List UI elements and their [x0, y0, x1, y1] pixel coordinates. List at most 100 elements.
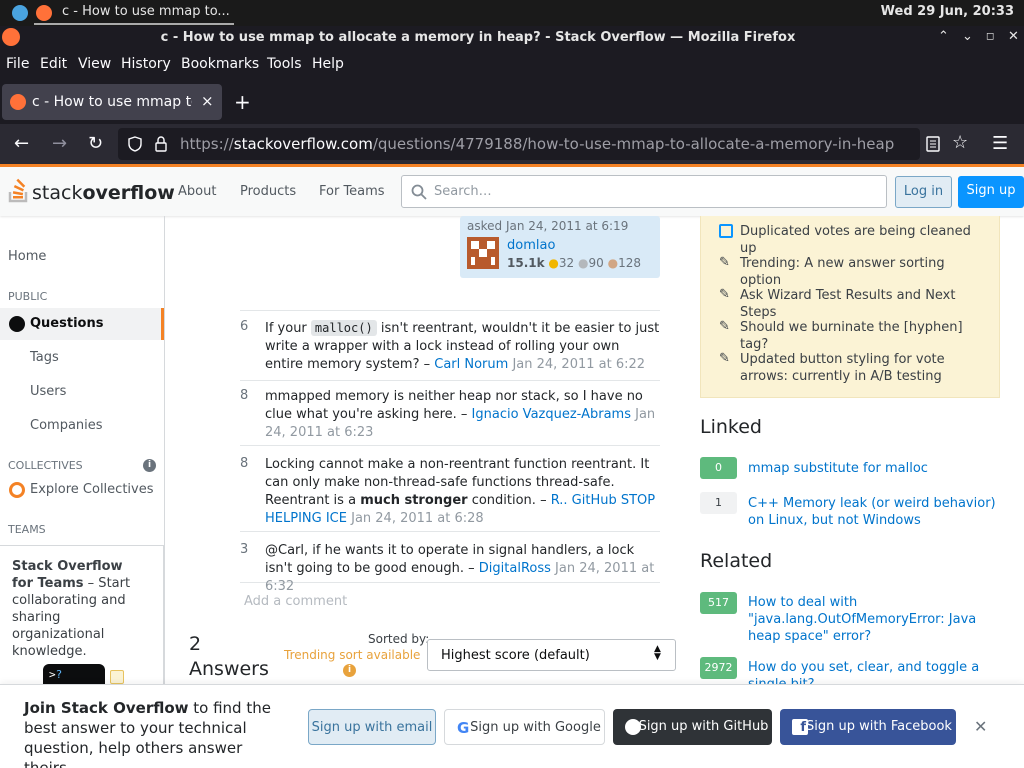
- tab-strip: c - How to use mmap to × +: [0, 78, 1024, 124]
- sidebar-item-companies[interactable]: Companies: [30, 418, 103, 433]
- linked-question-link[interactable]: mmap substitute for malloc: [748, 460, 998, 477]
- github-icon: [625, 719, 641, 735]
- close-window-button[interactable]: ✕: [1008, 29, 1019, 44]
- signup-email-button[interactable]: Sign up with email: [308, 709, 436, 745]
- tab-close-icon[interactable]: ×: [201, 92, 214, 110]
- app-menu-button[interactable]: ☰: [992, 133, 1008, 154]
- asked-date: asked Jan 24, 2011 at 6:19: [467, 219, 629, 233]
- identicon: [471, 241, 495, 265]
- comment-user-link[interactable]: Ignacio Vazquez-Abrams: [472, 407, 631, 422]
- window-title-bar: c - How to use mmap to allocate a memory…: [0, 26, 1024, 50]
- signup-banner: Join Stack Overflow to find the best ans…: [0, 684, 1024, 768]
- info-icon[interactable]: i: [143, 459, 156, 472]
- facebook-icon: f: [792, 719, 808, 735]
- new-tab-button[interactable]: +: [234, 90, 251, 114]
- signup-facebook-button[interactable]: f Sign up with Facebook: [780, 709, 956, 745]
- sidebar-item-explore-collectives[interactable]: Explore Collectives: [30, 482, 154, 497]
- app-launcher-icon[interactable]: [12, 5, 28, 21]
- about-link[interactable]: About: [178, 184, 216, 199]
- menu-view[interactable]: View: [78, 56, 111, 72]
- comment-score: 8: [240, 388, 249, 403]
- question-score-badge: 1: [700, 492, 737, 514]
- forward-button[interactable]: →: [52, 133, 67, 154]
- lock-icon[interactable]: [154, 136, 168, 152]
- restore-button[interactable]: ◻: [986, 31, 994, 42]
- comment-time[interactable]: Jan 24, 2011 at 6:22: [512, 357, 645, 372]
- linked-heading: Linked: [700, 416, 762, 438]
- system-clock[interactable]: Wed 29 Jun, 20:33: [881, 4, 1014, 19]
- reload-button[interactable]: ↻: [88, 133, 103, 154]
- url-text[interactable]: https://stackoverflow.com/questions/4779…: [180, 135, 894, 153]
- sidebar-section-teams: TEAMS: [8, 523, 46, 536]
- menu-tools[interactable]: Tools: [267, 56, 302, 72]
- teams-illustration: >?: [43, 664, 105, 686]
- meta-item-link[interactable]: Ask Wizard Test Results and Next Steps: [740, 287, 980, 321]
- login-button[interactable]: Log in: [895, 176, 952, 208]
- minimize-button[interactable]: ⌃: [938, 29, 949, 44]
- meta-item-link[interactable]: Trending: A new answer sorting option: [740, 255, 980, 289]
- sorted-by-label: Sorted by:: [368, 632, 430, 646]
- sort-selected-value: Highest score (default): [441, 648, 590, 663]
- menu-bookmarks[interactable]: Bookmarks: [181, 56, 259, 72]
- search-input[interactable]: Search…: [401, 175, 887, 208]
- sidebar-item-users[interactable]: Users: [30, 384, 66, 399]
- sidebar-item-home[interactable]: Home: [8, 249, 46, 264]
- for-teams-link[interactable]: For Teams: [319, 184, 385, 199]
- sort-select[interactable]: Highest score (default) ▲ ▼: [427, 639, 676, 671]
- sidebar-item-label: Questions: [30, 316, 104, 331]
- user-avatar[interactable]: [467, 237, 499, 269]
- back-button[interactable]: ←: [14, 133, 29, 154]
- related-question-link[interactable]: How to deal with "java.lang.OutOfMemoryE…: [748, 594, 998, 645]
- google-icon: G: [457, 719, 470, 737]
- related-heading: Related: [700, 550, 773, 572]
- meta-item-link[interactable]: Updated button styling for vote arrows: …: [740, 351, 980, 385]
- unmaximize-button[interactable]: ⌄: [962, 29, 973, 44]
- sidebar-section-collectives: COLLECTIVES: [8, 459, 83, 472]
- signup-github-button[interactable]: Sign up with GitHub: [613, 709, 772, 745]
- bookmark-star-icon[interactable]: ☆: [952, 132, 968, 153]
- menu-file[interactable]: File: [6, 56, 29, 72]
- comment: 8 mmapped memory is neither heap nor sta…: [240, 388, 660, 446]
- question-score-badge: 2972: [700, 657, 737, 679]
- collectives-icon: [9, 482, 25, 498]
- comment-text: If your malloc() isn't reentrant, wouldn…: [265, 320, 660, 372]
- comment-user-link[interactable]: Carl Norum: [434, 357, 508, 372]
- pencil-icon: ✎: [719, 319, 730, 334]
- comment-time[interactable]: Jan 24, 2011 at 6:28: [351, 511, 484, 526]
- meta-item-link[interactable]: Duplicated votes are being cleaned up: [740, 223, 980, 257]
- teams-promo: Stack Overflow for Teams – Start collabo…: [0, 545, 164, 686]
- active-window-indicator: [34, 23, 234, 25]
- products-link[interactable]: Products: [240, 184, 296, 199]
- system-window-title[interactable]: c - How to use mmap to...: [62, 4, 230, 19]
- menu-help[interactable]: Help: [312, 56, 344, 72]
- speech-bubble-icon: [110, 670, 124, 684]
- comment-text: mmapped memory is neither heap nor stack…: [265, 389, 656, 440]
- firefox-icon[interactable]: [36, 5, 52, 21]
- comment: 8 Locking cannot make a non-reentrant fu…: [240, 456, 660, 532]
- teams-promo-text: Stack Overflow for Teams – Start collabo…: [12, 559, 131, 659]
- comment-user-link[interactable]: DigitalRoss: [479, 561, 551, 576]
- comment-text: Locking cannot make a non-reentrant func…: [265, 457, 656, 526]
- linked-question-link[interactable]: C++ Memory leak (or weird behavior) on L…: [748, 495, 998, 529]
- meta-chat-icon: [719, 224, 733, 238]
- asker-reputation: 15.1k ●32 ●90 ●128: [507, 256, 641, 270]
- address-bar[interactable]: https://stackoverflow.com/questions/4779…: [118, 128, 920, 160]
- browser-tab[interactable]: c - How to use mmap to ×: [2, 84, 222, 120]
- close-banner-button[interactable]: ✕: [974, 717, 987, 736]
- reader-view-icon[interactable]: [926, 136, 940, 152]
- signup-button[interactable]: Sign up: [958, 176, 1024, 208]
- menu-history[interactable]: History: [121, 56, 171, 72]
- meta-item-link[interactable]: Should we burninate the [hyphen] tag?: [740, 319, 980, 353]
- asker-name-link[interactable]: domlao: [507, 238, 555, 253]
- add-comment-link[interactable]: Add a comment: [244, 594, 347, 609]
- banner-text: Join Stack Overflow to find the best ans…: [24, 699, 271, 768]
- stackoverflow-logo[interactable]: stackoverflow: [8, 177, 175, 204]
- sidebar-item-questions[interactable]: Questions: [0, 308, 164, 340]
- globe-icon: [9, 316, 25, 332]
- menu-edit[interactable]: Edit: [40, 56, 67, 72]
- comment: 6 If your malloc() isn't reentrant, woul…: [240, 319, 660, 381]
- signup-google-button[interactable]: G Sign up with Google: [444, 709, 605, 745]
- shield-icon[interactable]: [128, 136, 142, 152]
- sidebar-item-tags[interactable]: Tags: [30, 350, 59, 365]
- info-icon[interactable]: i: [343, 664, 356, 677]
